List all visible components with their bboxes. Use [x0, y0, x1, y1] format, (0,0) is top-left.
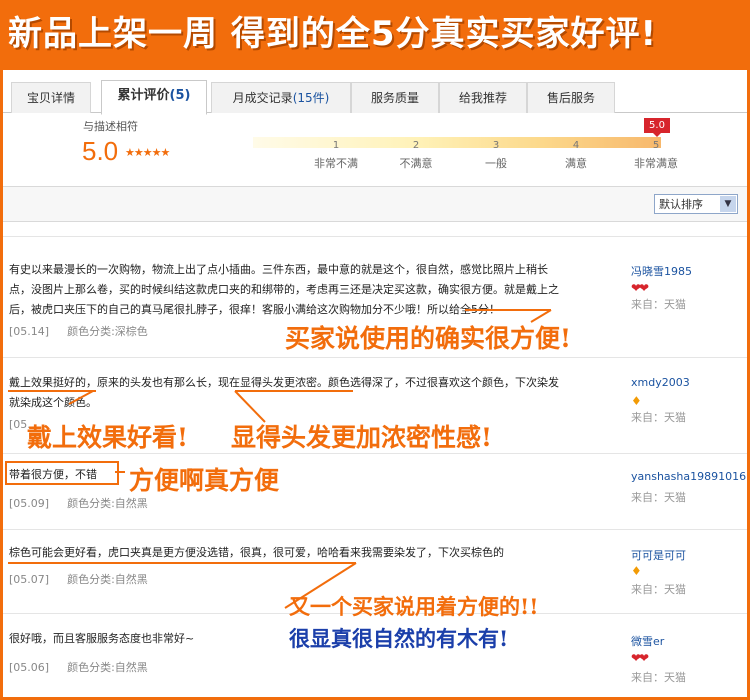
- overlay-annotation: 买家说使用的确实很方便!: [285, 324, 571, 353]
- banner-title: 新品上架一周 得到的全5分真实买家好评!: [8, 14, 657, 54]
- promo-banner: 新品上架一周 得到的全5分真实买家好评!: [0, 0, 750, 68]
- overlay-annotation: 方便啊真方便: [129, 466, 280, 495]
- overlay-annotation: 又一个买家说用着方便的!!: [289, 594, 539, 619]
- overlay-annotation: 很显真很自然的有木有!: [289, 626, 509, 651]
- callout-line: [68, 390, 94, 405]
- review-panel: 宝贝详情 累计评价(5) 月成交记录(15件) 服务质量 给我推荐 售后服务 与…: [3, 70, 747, 697]
- overlay-annotation: 显得头发更加浓密性感!: [231, 423, 492, 452]
- overlay-annotation: 戴上效果好看!: [27, 423, 188, 452]
